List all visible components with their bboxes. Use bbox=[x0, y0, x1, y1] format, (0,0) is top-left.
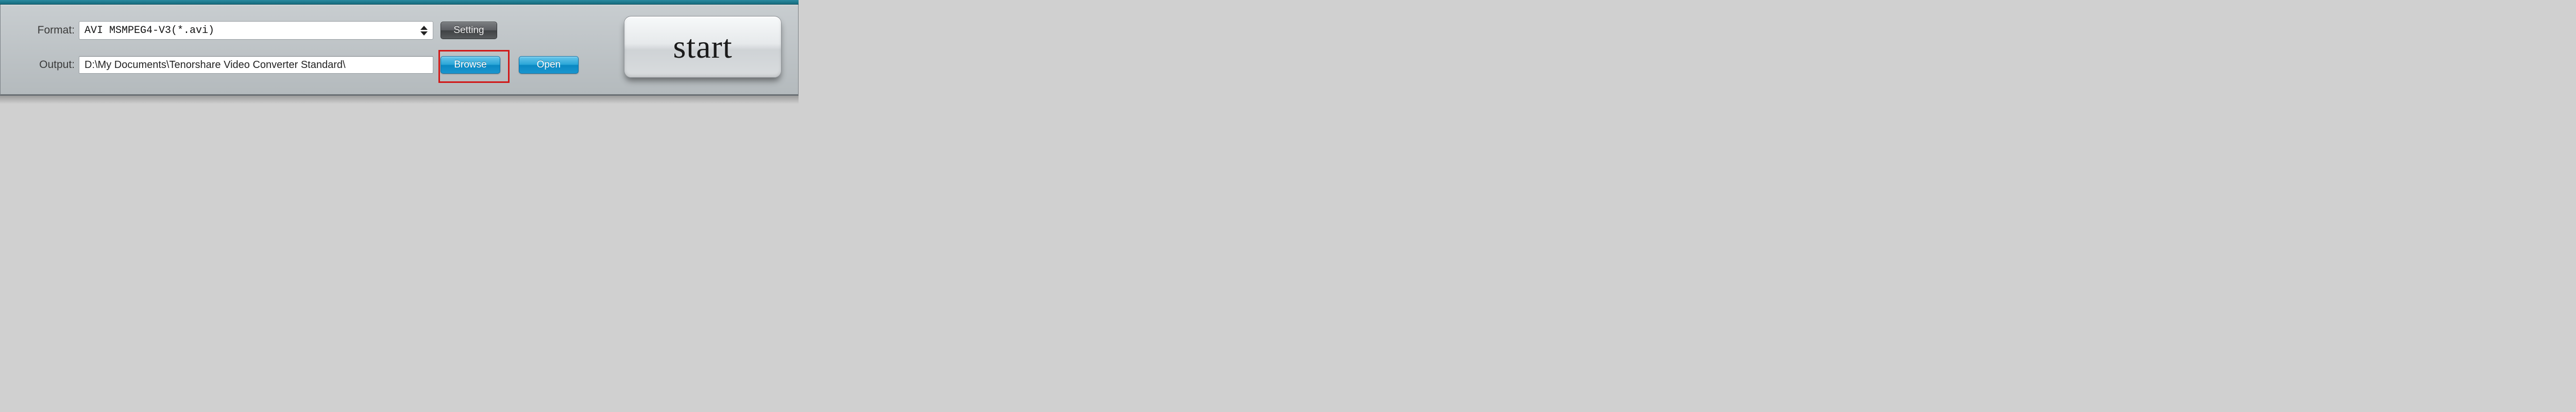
combobox-spinner[interactable] bbox=[418, 23, 430, 38]
title-bar-strip bbox=[0, 0, 799, 5]
browse-button-label: Browse bbox=[454, 59, 486, 71]
setting-button[interactable]: Setting bbox=[440, 22, 497, 39]
chevron-up-icon bbox=[420, 26, 428, 30]
browse-button[interactable]: Browse bbox=[440, 56, 500, 74]
format-row: Format: AVI MSMPEG4-V3(*.avi) Setting bbox=[33, 21, 497, 40]
start-button[interactable]: start bbox=[624, 16, 782, 78]
format-label: Format: bbox=[33, 24, 75, 37]
format-combobox[interactable]: AVI MSMPEG4-V3(*.avi) bbox=[79, 21, 433, 40]
start-button-label: start bbox=[673, 28, 732, 66]
output-path-input[interactable] bbox=[79, 56, 433, 74]
panel-drop-shadow bbox=[0, 96, 799, 104]
setting-button-label: Setting bbox=[453, 25, 484, 36]
output-row: Output: Browse Open bbox=[33, 56, 579, 74]
chevron-down-icon bbox=[420, 31, 428, 36]
open-button-label: Open bbox=[537, 59, 561, 71]
open-button[interactable]: Open bbox=[519, 56, 579, 74]
output-label: Output: bbox=[33, 59, 75, 71]
output-settings-panel: Format: AVI MSMPEG4-V3(*.avi) Setting Ou… bbox=[0, 5, 799, 96]
format-value: AVI MSMPEG4-V3(*.avi) bbox=[84, 25, 214, 37]
